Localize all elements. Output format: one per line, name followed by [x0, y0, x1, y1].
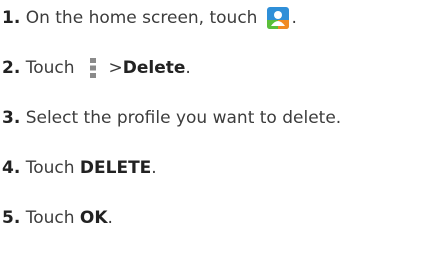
step-number: 2. [2, 58, 21, 78]
step-text: . [107, 208, 113, 228]
step-text: On the home screen, touch [25, 8, 258, 28]
step-5: 5. Touch OK . [2, 203, 113, 233]
step-text: Touch [25, 208, 80, 228]
step-text: Touch [25, 158, 80, 178]
step-text: . [151, 158, 157, 178]
step-keyword: DELETE [79, 158, 152, 178]
step-number: 1. [2, 8, 21, 28]
step-keyword: OK [79, 208, 108, 228]
step-number: 4. [2, 158, 21, 178]
step-number: 5. [2, 208, 21, 228]
step-keyword: Delete [122, 58, 186, 78]
step-text: > [108, 58, 123, 78]
step-text: . [185, 58, 191, 78]
step-text: Select the profile you want to delete. [25, 108, 342, 128]
step-text: Touch [25, 58, 75, 78]
step-text: . [291, 8, 297, 28]
contacts-app-icon [267, 7, 290, 29]
step-3: 3. Select the profile you want to delete… [2, 103, 341, 133]
step-2: 2. Touch > Delete . [2, 53, 191, 83]
step-4: 4. Touch DELETE . [2, 153, 157, 183]
step-number: 3. [2, 108, 21, 128]
step-1: 1. On the home screen, touch . [2, 3, 297, 33]
overflow-menu-icon [89, 57, 97, 79]
